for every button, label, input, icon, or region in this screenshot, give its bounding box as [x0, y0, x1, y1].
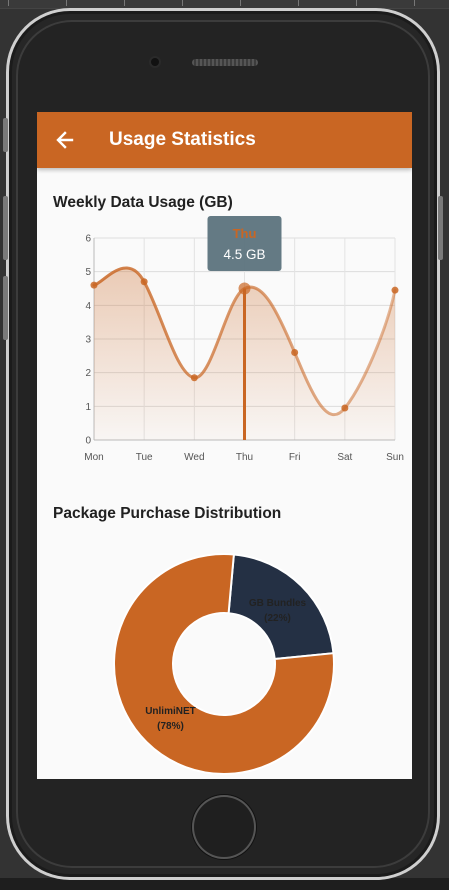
ruler-tick — [356, 0, 357, 6]
home-button[interactable] — [192, 795, 256, 859]
front-camera — [151, 58, 159, 66]
volume-up-button — [3, 196, 8, 260]
ruler-tick — [414, 0, 415, 6]
app-screen: Usage Statistics Weekly Data Usage (GB) … — [37, 112, 412, 779]
ruler-tick — [240, 0, 241, 6]
slice-label: GB Bundles — [249, 598, 307, 609]
ruler-tick — [298, 0, 299, 6]
power-button — [438, 196, 443, 260]
slice-percent-label: (78%) — [157, 721, 184, 732]
package-distribution-donut-chart[interactable]: GB Bundles (22%) UnlimiNET (78%) — [37, 112, 412, 779]
slice-percent-label: (22%) — [264, 613, 291, 624]
volume-down-button — [3, 276, 8, 340]
slice-label: UnlimiNET — [145, 706, 196, 717]
earpiece-speaker — [192, 59, 258, 66]
silent-switch — [3, 118, 8, 152]
ruler-tick — [182, 0, 183, 6]
ruler-tick — [8, 0, 9, 6]
ruler-tick — [66, 0, 67, 6]
ruler-tick — [124, 0, 125, 6]
